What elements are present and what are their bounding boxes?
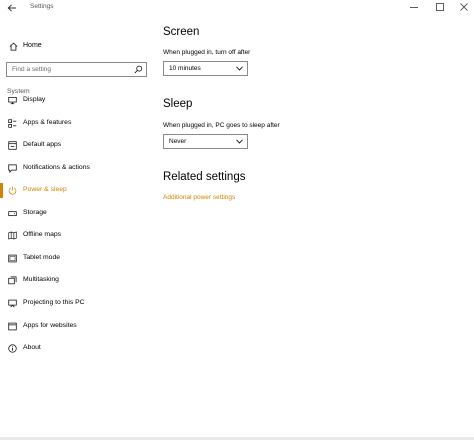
sidebar-home[interactable]: Home — [7, 41, 147, 54]
sidebar-item-offline-maps[interactable]: Offline maps — [0, 227, 150, 244]
sidebar-item-storage[interactable]: Storage — [0, 205, 150, 222]
maximize-icon[interactable] — [434, 2, 446, 13]
sidebar-item-label: Apps for websites — [23, 322, 77, 329]
screen-off-value: 10 minutes — [169, 65, 201, 72]
additional-power-settings-link[interactable]: Additional power settings — [163, 194, 235, 201]
sidebar-item-default-apps[interactable]: Default apps — [0, 137, 150, 154]
sidebar: Home System Display Apps & features — [0, 15, 155, 438]
screen-off-dropdown[interactable]: 10 minutes — [163, 61, 248, 76]
related-settings-heading: Related settings — [163, 171, 246, 183]
sidebar-item-label: Notifications & actions — [23, 164, 90, 171]
sleep-heading: Sleep — [163, 98, 193, 110]
sidebar-item-label: Tablet mode — [23, 254, 61, 261]
home-icon — [9, 42, 18, 51]
sidebar-item-apps-features[interactable]: Apps & features — [0, 115, 150, 132]
sleep-value: Never — [169, 138, 187, 145]
chevron-down-icon — [236, 66, 243, 71]
sidebar-item-projecting[interactable]: Projecting to this PC — [0, 295, 150, 312]
search-icon[interactable] — [134, 65, 143, 74]
sidebar-item-label: Power & sleep — [23, 186, 67, 193]
sleep-label: When plugged in, PC goes to sleep after — [163, 122, 280, 129]
screen-heading: Screen — [163, 26, 200, 38]
sidebar-item-label: Default apps — [23, 141, 62, 148]
apps-features-icon — [8, 119, 17, 128]
map-icon — [8, 231, 17, 240]
info-icon — [8, 344, 17, 353]
sidebar-item-about[interactable]: About — [0, 340, 150, 357]
screen-off-label: When plugged in, turn off after — [163, 49, 251, 56]
apps-websites-icon — [8, 322, 17, 331]
window-title: Settings — [30, 3, 54, 10]
tablet-icon — [8, 254, 17, 263]
sidebar-item-label: Projecting to this PC — [23, 299, 85, 306]
sidebar-item-label: Storage — [23, 209, 47, 216]
sidebar-item-label: About — [23, 344, 41, 351]
sidebar-item-label: Offline maps — [23, 231, 62, 238]
sleep-dropdown[interactable]: Never — [163, 134, 248, 149]
minimize-icon[interactable] — [408, 2, 420, 13]
storage-icon — [8, 211, 17, 217]
sidebar-item-label: Apps & features — [23, 119, 72, 126]
sidebar-item-power-sleep[interactable]: Power & sleep — [0, 182, 150, 199]
title-bar: Settings — [0, 0, 474, 15]
default-apps-icon — [8, 141, 17, 150]
search-input[interactable] — [7, 63, 132, 76]
sidebar-item-label: Multitasking — [23, 276, 59, 283]
sidebar-item-notifications[interactable]: Notifications & actions — [0, 160, 150, 177]
sidebar-item-tablet-mode[interactable]: Tablet mode — [0, 250, 150, 267]
sidebar-item-apps-websites[interactable]: Apps for websites — [0, 318, 150, 335]
home-label: Home — [23, 42, 42, 49]
display-icon — [8, 96, 17, 105]
multitasking-icon — [8, 276, 17, 285]
sidebar-item-label: Display — [23, 96, 46, 103]
power-icon — [8, 186, 17, 195]
sidebar-item-multitasking[interactable]: Multitasking — [0, 272, 150, 289]
search-box[interactable] — [6, 62, 147, 77]
close-icon[interactable] — [458, 2, 470, 13]
active-indicator — [0, 183, 3, 198]
notifications-icon — [8, 164, 17, 173]
sidebar-item-display[interactable]: Display — [0, 92, 150, 109]
projecting-icon — [8, 299, 17, 308]
back-arrow-icon[interactable] — [6, 2, 18, 14]
chevron-down-icon — [236, 139, 243, 144]
